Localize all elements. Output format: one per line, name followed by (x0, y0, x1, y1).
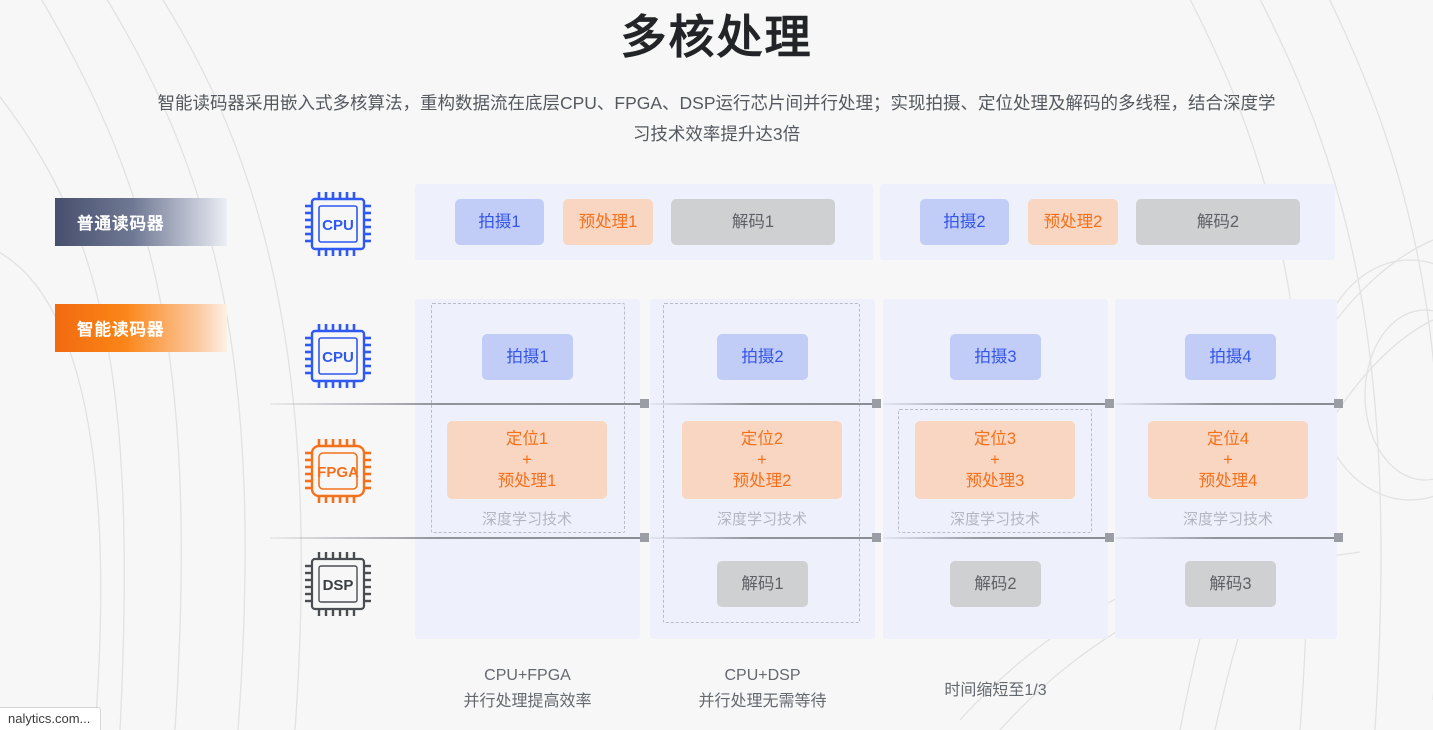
separator-marker (1105, 533, 1114, 543)
page-description: 智能读码器采用嵌入式多核算法，重构数据流在底层CPU、FPGA、DSP运行芯片间… (157, 93, 1276, 144)
task-normal-capture-1: 拍摄1 (455, 199, 544, 246)
separator-cpu-fpga-col1 (270, 403, 640, 406)
caption-cpu-dsp: CPU+DSP 并行处理无需等待 (698, 667, 827, 710)
task-smart-fpga-4: 定位4 + 预处理4 (1148, 421, 1308, 500)
cpu-icon-smart-row: CPU (290, 323, 385, 389)
separator-cpu-fpga-col2 (650, 403, 875, 406)
separator-marker (640, 533, 649, 543)
caption-time-reduction: 时间缩短至1/3 (944, 682, 1047, 700)
separator-marker (640, 399, 649, 409)
cpu-icon-label: CPU (322, 349, 354, 366)
status-bar-url: nalytics.com... (8, 711, 91, 726)
task-smart-cpu-4: 拍摄4 (1185, 334, 1276, 381)
browser-status-bar: nalytics.com... (0, 707, 102, 730)
task-smart-fpga-1: 定位1 + 预处理1 (447, 421, 607, 500)
row-label-smart-reader-text: 智能读码器 (77, 321, 165, 340)
row-label-normal-reader: 普通读码器 (55, 198, 227, 247)
task-smart-dsp-2: 解码1 (717, 561, 808, 608)
page-title: 多核处理 (620, 11, 813, 63)
task-normal-preprocess-1: 预处理1 (563, 199, 653, 246)
dsp-icon-label: DSP (322, 577, 353, 594)
caption-cpu-fpga: CPU+FPGA 并行处理提高效率 (463, 667, 592, 710)
fpga-icon-label: FPGA (317, 464, 359, 481)
task-smart-cpu-1: 拍摄1 (482, 334, 573, 381)
separator-fpga-dsp-col3 (883, 537, 1108, 540)
task-smart-cpu-2: 拍摄2 (717, 334, 808, 381)
separator-fpga-dsp-col4 (1115, 537, 1337, 540)
fpga-icon: FPGA (290, 438, 385, 504)
task-smart-fpga-3: 定位3 + 预处理3 (915, 421, 1075, 500)
separator-fpga-dsp-col1 (270, 537, 640, 540)
cpu-icon: CPU (304, 324, 371, 389)
multicore-diagram: 普通读码器 智能读码器 CPU CPU FPGA DSP 拍摄1 预处理1 解码… (0, 171, 1433, 710)
deep-learning-note-3: 深度学习技术 (949, 511, 1040, 529)
task-normal-capture-2: 拍摄2 (920, 199, 1009, 246)
separator-marker (1105, 399, 1114, 409)
fpga-icon: FPGA (304, 439, 371, 504)
task-smart-dsp-3: 解码2 (950, 561, 1041, 608)
separator-marker (1334, 533, 1343, 543)
task-normal-preprocess-2: 预处理2 (1028, 199, 1118, 246)
task-smart-fpga-2: 定位2 + 预处理2 (682, 421, 842, 500)
slide-root: 多核处理 智能读码器采用嵌入式多核算法，重构数据流在底层CPU、FPGA、DSP… (0, 0, 1433, 730)
cpu-icon: CPU (304, 192, 371, 257)
separator-fpga-dsp-col2 (650, 537, 875, 540)
separator-marker (872, 533, 881, 543)
separator-marker (872, 399, 881, 409)
separator-cpu-fpga-col3 (883, 403, 1108, 406)
cpu-icon-normal-row: CPU (290, 191, 385, 257)
deep-learning-note-4: 深度学习技术 (1182, 511, 1273, 529)
task-smart-cpu-3: 拍摄3 (950, 334, 1041, 381)
dsp-icon: DSP (304, 552, 371, 617)
task-normal-decode-2: 解码2 (1136, 199, 1300, 246)
row-label-smart-reader: 智能读码器 (55, 304, 227, 353)
row-label-normal-reader-text: 普通读码器 (77, 215, 165, 234)
task-normal-decode-1: 解码1 (671, 199, 835, 246)
separator-cpu-fpga-col4 (1115, 403, 1337, 406)
cpu-icon-label: CPU (322, 217, 354, 234)
dsp-icon: DSP (290, 551, 385, 617)
deep-learning-note-1: 深度学习技术 (481, 511, 572, 529)
deep-learning-note-2: 深度学习技术 (716, 511, 807, 529)
separator-marker (1334, 399, 1343, 409)
task-smart-dsp-4: 解码3 (1185, 561, 1276, 608)
